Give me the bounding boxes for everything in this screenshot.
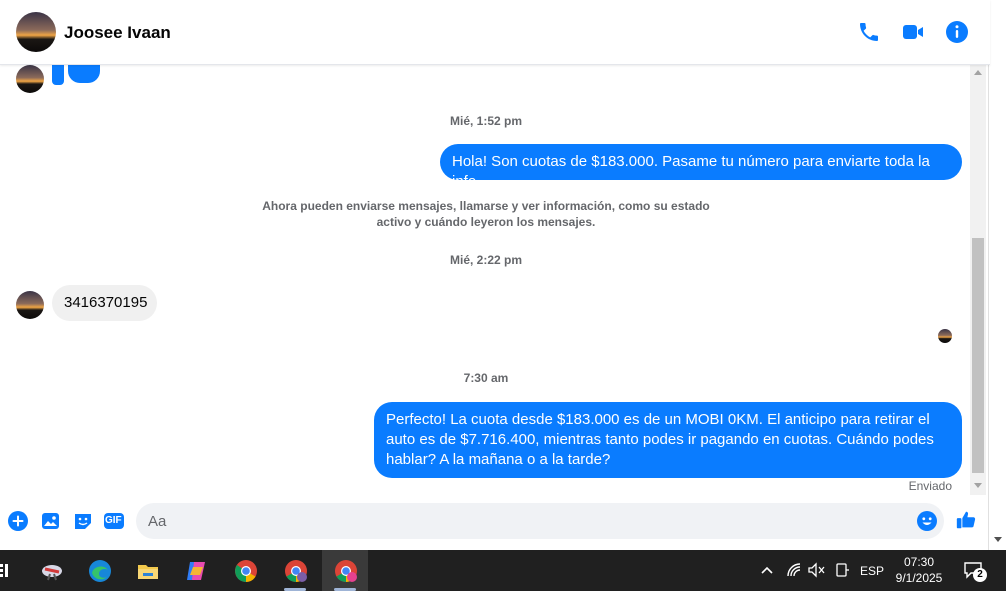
chrome-icon[interactable] <box>222 550 268 591</box>
edge-icon[interactable] <box>76 550 122 591</box>
tool-app-icon[interactable] <box>28 550 74 591</box>
notification-badge: 2 <box>973 568 987 582</box>
contact-avatar-small[interactable] <box>16 291 44 319</box>
like-icon[interactable] <box>955 509 979 533</box>
message-thread[interactable]: Mié, 1:52 pm Hola! Son cuotas de $183.00… <box>0 65 970 495</box>
contact-name[interactable]: Joosee Ivaan <box>64 23 171 43</box>
partial-message <box>52 65 64 85</box>
incoming-message[interactable]: 3416370195 <box>52 285 157 321</box>
window-scrollbar[interactable] <box>988 0 1006 550</box>
scroll-up-arrow-icon[interactable] <box>974 70 982 75</box>
scroll-down-arrow-icon[interactable] <box>994 537 1002 542</box>
language-indicator[interactable]: ESP <box>860 564 884 605</box>
emoji-icon[interactable] <box>916 510 938 532</box>
message-input-placeholder: Aa <box>148 513 167 530</box>
gif-icon[interactable]: GIF <box>103 510 125 532</box>
outgoing-message[interactable]: Hola! Son cuotas de $183.000. Pasame tu … <box>440 144 962 190</box>
battery-plug-icon[interactable] <box>834 562 850 603</box>
chrome-profile-icon[interactable] <box>272 550 318 591</box>
scroll-thumb[interactable] <box>972 238 984 473</box>
file-explorer-icon[interactable] <box>124 550 170 591</box>
outgoing-message[interactable]: Perfecto! La cuota desde $183.000 es de … <box>374 402 962 478</box>
info-icon[interactable] <box>945 20 969 44</box>
windows-taskbar: ESP 07:30 9/1/2025 2 <box>0 550 1006 591</box>
composer-bar: GIF Aa <box>0 496 988 550</box>
copilot-icon[interactable] <box>172 550 218 591</box>
timestamp: Mié, 2:22 pm <box>449 253 523 267</box>
chat-header: Joosee Ivaan <box>0 0 990 65</box>
seen-avatar <box>938 329 952 343</box>
chat-scrollbar[interactable] <box>970 65 986 495</box>
chrome-profile-active-icon[interactable] <box>322 550 368 591</box>
sent-status: Enviado <box>908 479 952 493</box>
privacy-notice: Ahora pueden enviarse mensajes, llamarse… <box>262 199 710 229</box>
timestamp: Mié, 1:52 pm <box>449 114 523 128</box>
clock-date: 9/1/2025 <box>895 571 943 585</box>
volume-muted-icon[interactable] <box>808 562 826 603</box>
wifi-icon[interactable] <box>786 562 802 603</box>
contact-avatar[interactable] <box>16 12 56 52</box>
clock-time: 07:30 <box>903 555 935 569</box>
contact-avatar-small <box>16 65 44 93</box>
scroll-down-arrow-icon[interactable] <box>974 483 982 488</box>
message-input[interactable]: Aa <box>136 503 944 539</box>
gif-label: GIF <box>105 515 122 526</box>
image-icon[interactable] <box>40 510 62 532</box>
partial-like-icon <box>68 65 100 83</box>
show-hidden-icons-icon[interactable] <box>760 564 774 605</box>
notification-center-icon[interactable]: 2 <box>963 561 989 582</box>
phone-icon[interactable] <box>857 20 881 44</box>
task-view-icon[interactable] <box>0 562 10 578</box>
timestamp: 7:30 am <box>463 371 509 385</box>
video-icon[interactable] <box>901 20 925 44</box>
plus-icon[interactable] <box>7 510 29 532</box>
system-clock[interactable]: 07:30 9/1/2025 <box>884 554 954 586</box>
sticker-icon[interactable] <box>72 510 94 532</box>
